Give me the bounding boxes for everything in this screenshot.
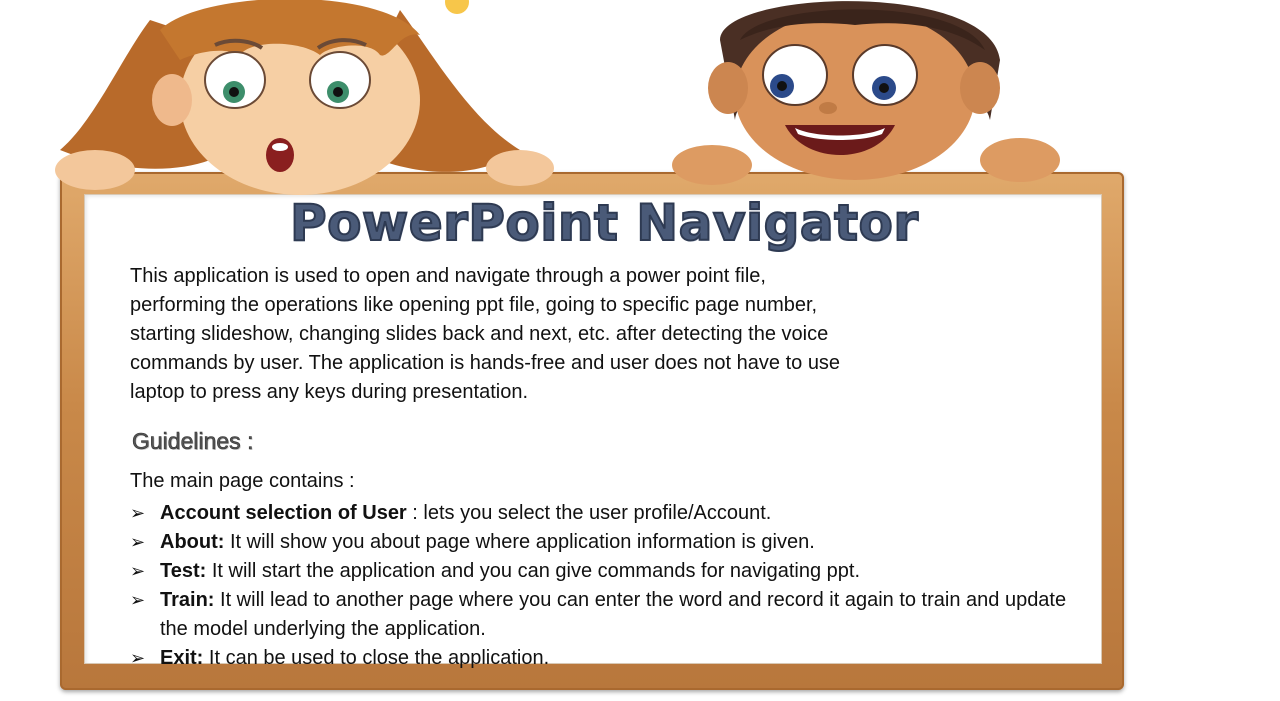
main-page-label: The main page contains : — [130, 470, 355, 492]
list-item: ➢ Test: It will start the application an… — [130, 557, 1070, 586]
intro-line: commands by user. The application is han… — [130, 352, 841, 374]
intro-line: This application is used to open and nav… — [130, 265, 766, 287]
item-term: About: — [160, 531, 225, 553]
item-term: Account selection of User — [160, 502, 407, 524]
list-item: ➢ Account selection of User : lets you s… — [130, 499, 1070, 528]
intro-line: starting slideshow, changing slides back… — [130, 323, 829, 345]
item-term: Test: — [160, 560, 207, 582]
arrow-bullet-icon: ➢ — [130, 503, 146, 523]
arrow-bullet-icon: ➢ — [130, 648, 146, 668]
intro-paragraph: This application is used to open and nav… — [130, 262, 930, 407]
list-item: ➢ Train: It will lead to another page wh… — [130, 586, 1070, 644]
arrow-bullet-icon: ➢ — [130, 590, 146, 610]
intro-line: performing the operations like opening p… — [130, 294, 818, 316]
item-term: Exit: — [160, 647, 204, 669]
guidelines-list: ➢ Account selection of User : lets you s… — [130, 499, 1070, 673]
list-item: ➢ About: It will show you about page whe… — [130, 528, 1070, 557]
item-term: Train: — [160, 589, 215, 611]
intro-line: laptop to press any keys during presenta… — [130, 381, 529, 403]
list-item: ➢ Exit: It can be used to close the appl… — [130, 644, 1070, 673]
arrow-bullet-icon: ➢ — [130, 561, 146, 581]
item-text: It will lead to another page where you c… — [160, 589, 1067, 640]
item-text: : lets you select the user profile/Accou… — [406, 502, 772, 524]
item-text: It will show you about page where applic… — [224, 531, 815, 553]
guidelines-heading: Guidelines : — [132, 428, 254, 455]
girl-cartoon-icon — [55, 0, 554, 195]
arrow-bullet-icon: ➢ — [130, 532, 146, 552]
item-text: It can be used to close the application. — [203, 647, 550, 669]
slide-title: PowerPoint Navigator — [289, 193, 919, 253]
boy-cartoon-icon — [672, 1, 1060, 185]
item-text: It will start the application and you ca… — [206, 560, 861, 582]
